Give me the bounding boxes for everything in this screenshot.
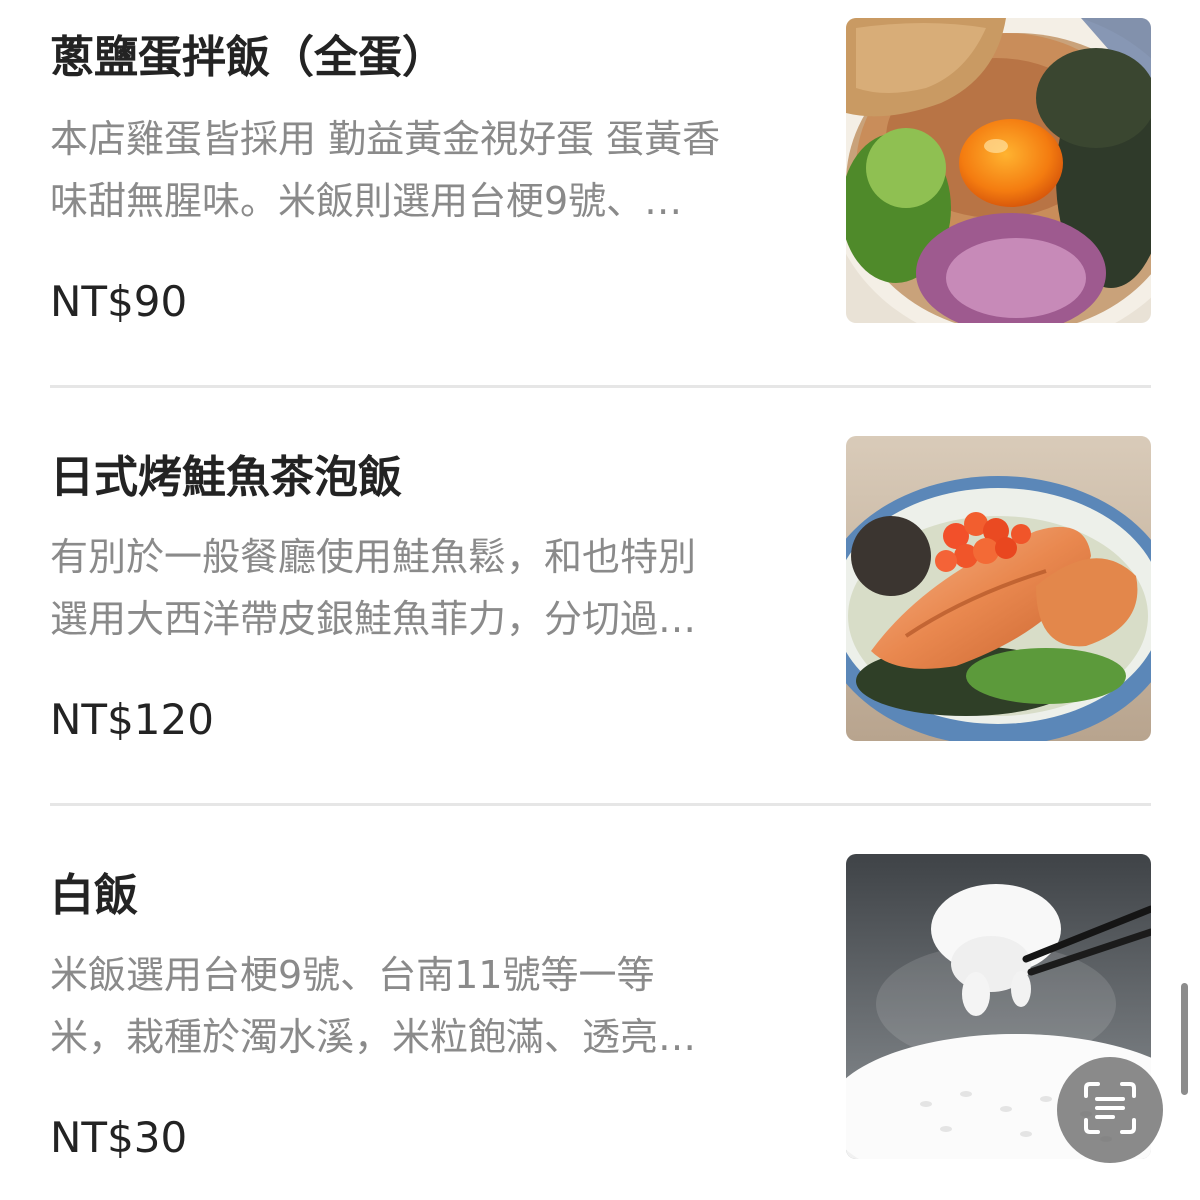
description-line: 米，栽種於濁水溪，米粒飽滿、透亮… <box>50 1015 697 1059</box>
menu-list: 蔥鹽蛋拌飯（全蛋） 本店雞蛋皆採用 勤益黃金視好蛋 蛋黃香 味甜無腥味。米飯則選… <box>0 0 1200 1200</box>
item-title: 蔥鹽蛋拌飯（全蛋） <box>50 32 446 83</box>
scrollbar[interactable] <box>1181 983 1188 1095</box>
item-price: NT$30 <box>50 1113 188 1162</box>
item-title: 白飯 <box>50 870 138 921</box>
text-scan-icon <box>1080 1078 1140 1142</box>
item-description: 米飯選用台梗9號、台南11號等一等 米，栽種於濁水溪，米粒飽滿、透亮… <box>50 944 802 1068</box>
description-line: 本店雞蛋皆採用 勤益黃金視好蛋 蛋黃香 <box>50 117 721 161</box>
description-line: 味甜無腥味。米飯則選用台梗9號、… <box>50 179 683 223</box>
item-price: NT$120 <box>50 695 214 744</box>
item-price: NT$90 <box>50 277 188 326</box>
description-line: 米飯選用台梗9號、台南11號等一等 <box>50 953 655 997</box>
item-description: 有別於一般餐廳使用鮭魚鬆，和也特別 選用大西洋帶皮銀鮭魚菲力，分切過… <box>50 526 802 650</box>
menu-item-salmon-chazuke[interactable]: 日式烤鮭魚茶泡飯 有別於一般餐廳使用鮭魚鬆，和也特別 選用大西洋帶皮銀鮭魚菲力，… <box>50 418 1151 836</box>
text-scan-button[interactable] <box>1057 1057 1163 1163</box>
divider <box>50 803 1151 806</box>
divider <box>50 385 1151 388</box>
menu-item-white-rice[interactable]: 白飯 米飯選用台梗9號、台南11號等一等 米，栽種於濁水溪，米粒飽滿、透亮… N… <box>50 836 1151 1200</box>
menu-item-egg-rice[interactable]: 蔥鹽蛋拌飯（全蛋） 本店雞蛋皆採用 勤益黃金視好蛋 蛋黃香 味甜無腥味。米飯則選… <box>50 0 1151 418</box>
description-line: 選用大西洋帶皮銀鮭魚菲力，分切過… <box>50 597 697 641</box>
egg-rice-bowl-image[interactable] <box>846 18 1151 323</box>
item-description: 本店雞蛋皆採用 勤益黃金視好蛋 蛋黃香 味甜無腥味。米飯則選用台梗9號、… <box>50 108 802 232</box>
item-title: 日式烤鮭魚茶泡飯 <box>50 452 402 503</box>
description-line: 有別於一般餐廳使用鮭魚鬆，和也特別 <box>50 535 697 579</box>
salmon-chazuke-image[interactable] <box>846 436 1151 741</box>
